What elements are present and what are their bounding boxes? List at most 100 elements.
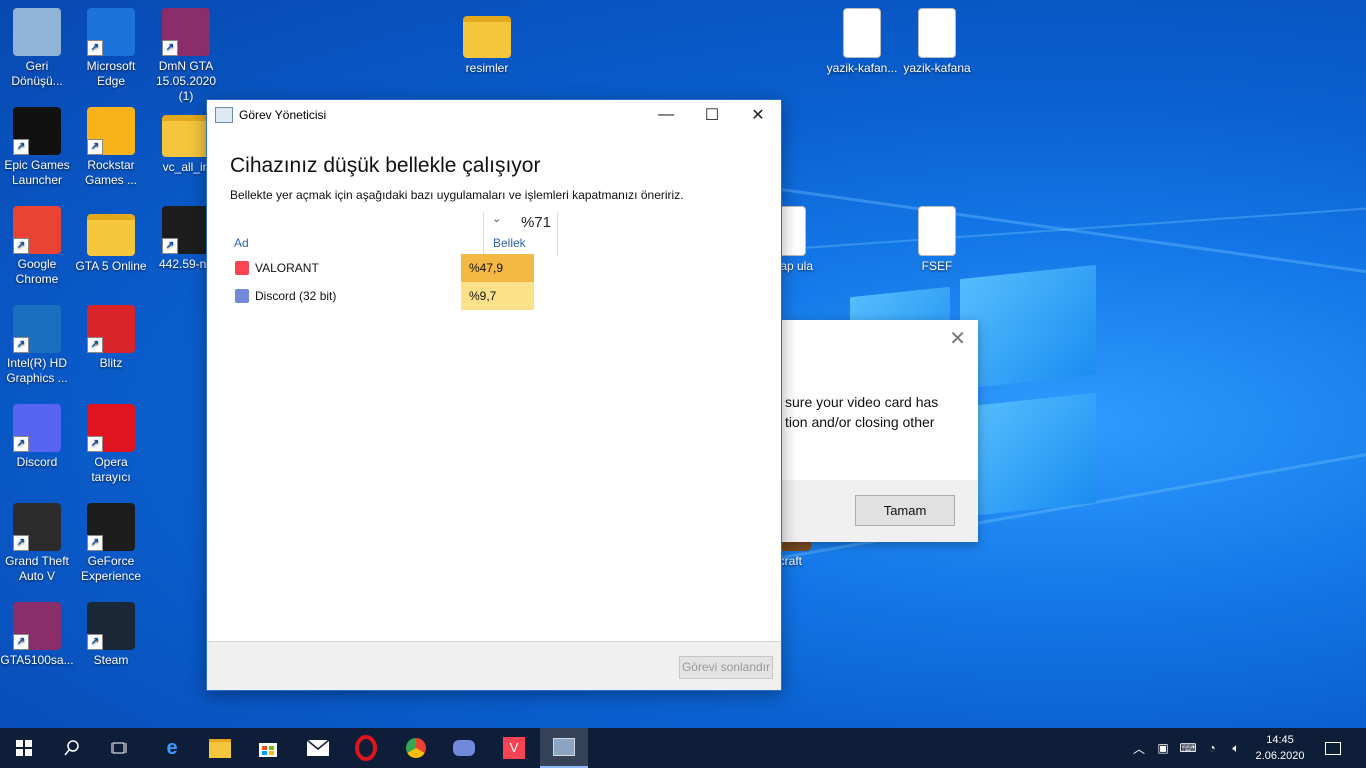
desktop-icon[interactable]: ↗ GeForce Experience bbox=[74, 503, 148, 584]
desktop-icon-label: yazik-kafan... bbox=[826, 61, 898, 75]
column-header-memory[interactable]: ⌄ %71 Bellek bbox=[483, 212, 558, 256]
shortcut-arrow-icon: ↗ bbox=[162, 238, 178, 254]
minimize-button[interactable]: — bbox=[643, 100, 689, 130]
end-task-button[interactable]: Görevi sonlandır bbox=[679, 656, 773, 679]
desktop-icon-label: Epic Games Launcher bbox=[4, 158, 70, 187]
taskbar-task-manager[interactable] bbox=[540, 728, 588, 768]
title-bar[interactable]: Görev Yöneticisi — ☐ ✕ bbox=[207, 100, 781, 130]
desktop-icon-label: Rockstar Games ... bbox=[84, 158, 137, 187]
desktop-icon-label: Geri Dönüşü... bbox=[11, 59, 63, 88]
chrome-icon bbox=[406, 738, 426, 758]
desktop-icon[interactable]: ↗ Opera tarayıcı bbox=[74, 404, 148, 485]
geforce-icon: ↗ bbox=[87, 503, 135, 551]
clock[interactable]: 14:45 2.06.2020 bbox=[1250, 732, 1310, 764]
desktop-icon-label: Opera tarayıcı bbox=[91, 455, 131, 484]
desktop-icon[interactable]: ↗ Microsoft Edge bbox=[74, 8, 148, 89]
ok-button[interactable]: Tamam bbox=[855, 495, 955, 526]
desktop-icon[interactable]: resimler bbox=[450, 8, 524, 76]
desktop-icon[interactable]: yazik-kafan... bbox=[825, 8, 899, 76]
dialog-line-1: sure your video card has bbox=[785, 394, 939, 410]
recycle-bin-icon bbox=[13, 8, 61, 56]
page-subtitle: Bellekte yer açmak için aşağıdaki bazı u… bbox=[230, 188, 684, 202]
task-manager-icon bbox=[215, 107, 233, 123]
volume-icon[interactable]: 🔈︎ bbox=[1226, 728, 1246, 768]
desktop-icon[interactable]: ↗ Discord bbox=[0, 404, 74, 470]
task-view-button[interactable] bbox=[96, 728, 144, 768]
desktop-icon[interactable]: ↗ Epic Games Launcher bbox=[0, 107, 74, 188]
column-header-name[interactable]: Ad bbox=[234, 236, 249, 250]
desktop-icon-label: Blitz bbox=[99, 356, 123, 370]
desktop-icon[interactable]: ↗ Google Chrome bbox=[0, 206, 74, 287]
winrar-icon: ↗ bbox=[162, 8, 210, 56]
desktop-icon[interactable]: ↗ Intel(R) HD Graphics ... bbox=[0, 305, 74, 386]
close-icon[interactable]: ✕ bbox=[949, 326, 966, 351]
network-adapter-icon[interactable]: ▣ bbox=[1154, 728, 1172, 768]
desktop-icon[interactable]: GTA 5 Online bbox=[74, 206, 148, 274]
search-button[interactable] bbox=[48, 728, 96, 768]
desktop-icon[interactable]: ↗ Blitz bbox=[74, 305, 148, 371]
store-icon bbox=[259, 743, 277, 757]
taskbar-edge[interactable]: e bbox=[148, 728, 196, 768]
desktop-icon-label: DmN GTA 15.05.2020 (1) bbox=[155, 59, 217, 103]
taskbar-opera[interactable] bbox=[342, 728, 390, 768]
desktop-icon[interactable]: yazik-kafana bbox=[900, 8, 974, 76]
keyboard-icon[interactable]: ⌨ bbox=[1178, 728, 1198, 768]
taskbar-store[interactable] bbox=[244, 728, 292, 768]
process-name: Discord (32 bit) bbox=[255, 289, 337, 303]
shortcut-arrow-icon: ↗ bbox=[162, 40, 178, 56]
shortcut-arrow-icon: ↗ bbox=[13, 436, 29, 452]
chrome-icon: ↗ bbox=[13, 206, 61, 254]
desktop-icon-label: Intel(R) HD Graphics ... bbox=[6, 356, 68, 385]
process-row[interactable]: Discord (32 bit) %9,7 bbox=[229, 282, 535, 310]
discord-icon bbox=[453, 740, 475, 756]
gta-icon: ↗ bbox=[13, 503, 61, 551]
desktop-icon-label: Google Chrome bbox=[15, 257, 59, 286]
taskbar-explorer[interactable] bbox=[196, 728, 244, 768]
window-title: Görev Yöneticisi bbox=[239, 108, 327, 122]
desktop-icon[interactable]: ↗ DmN GTA 15.05.2020 (1) bbox=[149, 8, 223, 104]
taskbar-mail[interactable] bbox=[294, 728, 342, 768]
desktop-icon-label: Discord bbox=[16, 455, 58, 469]
opera-icon bbox=[355, 735, 377, 761]
desktop-icon[interactable]: ↗ Rockstar Games ... bbox=[74, 107, 148, 188]
start-button[interactable] bbox=[0, 728, 48, 768]
desktop-icon-label: Steam bbox=[93, 653, 129, 667]
dialog-footer: Tamam bbox=[782, 480, 978, 542]
wifi-icon[interactable]: ◔ bbox=[1202, 728, 1222, 768]
desktop-icon[interactable]: Geri Dönüşü... bbox=[0, 8, 74, 89]
shortcut-arrow-icon: ↗ bbox=[87, 634, 103, 650]
shortcut-arrow-icon: ↗ bbox=[87, 436, 103, 452]
taskbar-valorant[interactable]: V bbox=[490, 728, 538, 768]
shortcut-arrow-icon: ↗ bbox=[87, 139, 103, 155]
shortcut-arrow-icon: ↗ bbox=[13, 139, 29, 155]
taskbar-discord[interactable] bbox=[440, 728, 488, 768]
desktop-icon[interactable]: ↗ Steam bbox=[74, 602, 148, 668]
rockstar-icon: ↗ bbox=[87, 107, 135, 155]
desktop-icon[interactable]: FSEF bbox=[900, 206, 974, 274]
process-row[interactable]: VALORANT %47,9 bbox=[229, 254, 535, 282]
desktop-icon[interactable]: ↗ Grand Theft Auto V bbox=[0, 503, 74, 584]
show-hidden-icons[interactable]: ︿ bbox=[1130, 728, 1148, 768]
desktop-icon[interactable]: ↗ GTA5100sa... bbox=[0, 602, 74, 668]
shortcut-arrow-icon: ↗ bbox=[13, 535, 29, 551]
notification-icon bbox=[1325, 741, 1341, 755]
dialog-line-2: tion and/or closing other bbox=[785, 414, 935, 430]
task-view-icon bbox=[111, 742, 127, 754]
desktop-icon-label: GTA 5 Online bbox=[75, 259, 147, 273]
shortcut-arrow-icon: ↗ bbox=[87, 40, 103, 56]
close-button[interactable]: ✕ bbox=[735, 100, 781, 130]
folder-icon bbox=[209, 738, 231, 758]
process-memory: %9,7 bbox=[461, 282, 534, 310]
notifications-button[interactable] bbox=[1320, 728, 1346, 768]
desktop-icon-label: resimler bbox=[465, 61, 509, 75]
maximize-button[interactable]: ☐ bbox=[689, 100, 735, 130]
mail-icon bbox=[307, 740, 329, 756]
chevron-up-icon: ︿ bbox=[1132, 741, 1145, 756]
desktop-icon-label: FSEF bbox=[921, 259, 953, 273]
valorant-icon: V bbox=[503, 737, 525, 759]
epic-icon: ↗ bbox=[13, 107, 61, 155]
file-icon bbox=[918, 206, 956, 256]
task-manager-icon bbox=[553, 738, 575, 756]
taskbar-chrome[interactable] bbox=[392, 728, 440, 768]
chevron-down-icon: ⌄ bbox=[492, 213, 502, 225]
